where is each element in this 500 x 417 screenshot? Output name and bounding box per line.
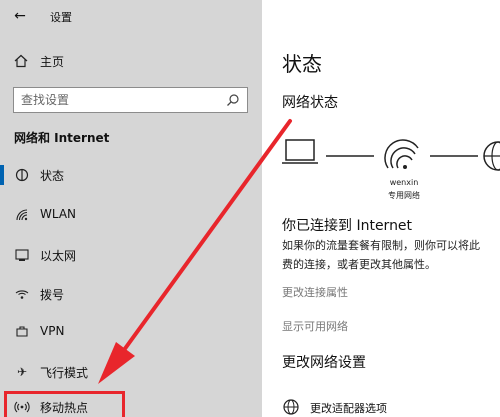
globe-icon	[483, 141, 500, 171]
airplane-icon: ✈	[16, 365, 28, 379]
app-title: 设置	[50, 11, 72, 24]
sidebar-item-label: 状态	[40, 169, 65, 183]
search-icon[interactable]	[226, 93, 240, 107]
section-title: 网络和 Internet	[14, 131, 110, 145]
annotation-highlight-box	[4, 391, 125, 417]
connected-description-line2: 费的连接，或者更改其他属性。	[282, 258, 436, 271]
sidebar-item-wlan[interactable]: WLAN	[0, 200, 262, 230]
change-adapter-options-item[interactable]: 更改适配器选项	[282, 396, 500, 417]
selection-indicator	[0, 165, 4, 185]
status-icon	[15, 168, 29, 182]
wifi-icon	[16, 209, 28, 221]
wifi-network-type: 专用网络	[388, 191, 420, 200]
sidebar-item-status[interactable]: 状态	[0, 160, 262, 190]
connected-description-line1: 如果你的流量套餐有限制，则你可以将此	[282, 239, 480, 252]
home-label: 主页	[40, 55, 65, 69]
network-status-heading: 网络状态	[282, 95, 338, 111]
wifi-network-name: wenxin	[389, 178, 419, 187]
computer-icon	[282, 139, 318, 164]
sidebar-item-label: 拨号	[40, 288, 65, 302]
vpn-icon	[16, 326, 28, 337]
change-network-settings-heading: 更改网络设置	[282, 355, 366, 371]
change-connection-properties-link[interactable]: 更改连接属性	[282, 284, 348, 300]
home-icon	[14, 54, 28, 68]
sidebar-item-label: WLAN	[40, 207, 77, 221]
sidebar: ← 设置 主页 网络和 Internet 状态 WLAN	[0, 0, 262, 417]
main-content: 状态 网络状态 wenxin 专用网络 你已连接到 Internet 如果你的流…	[262, 0, 500, 417]
search-box[interactable]	[13, 87, 248, 113]
sidebar-item-label: 飞行模式	[40, 366, 89, 380]
page-title: 状态	[282, 52, 322, 76]
sidebar-item-ethernet[interactable]: 以太网	[0, 240, 262, 270]
ethernet-icon	[15, 249, 29, 261]
home-nav-item[interactable]: 主页	[0, 48, 262, 74]
sidebar-item-label: VPN	[40, 324, 65, 338]
back-arrow-icon: ←	[14, 8, 26, 24]
dialup-icon	[15, 290, 29, 299]
wifi-router-icon	[384, 139, 419, 169]
sidebar-item-label: 以太网	[40, 249, 77, 263]
back-button[interactable]: ←	[10, 7, 30, 25]
title-bar: ← 设置	[0, 0, 262, 32]
sidebar-item-vpn[interactable]: VPN	[0, 317, 262, 347]
connected-heading: 你已连接到 Internet	[282, 218, 413, 234]
search-input[interactable]	[21, 91, 221, 109]
show-available-networks-link[interactable]: 显示可用网络	[282, 318, 348, 334]
sidebar-item-dialup[interactable]: 拨号	[0, 279, 262, 309]
sidebar-item-airplane[interactable]: ✈ 飞行模式	[0, 357, 262, 387]
change-adapter-options-label: 更改适配器选项	[310, 402, 387, 415]
globe-icon	[283, 399, 299, 415]
